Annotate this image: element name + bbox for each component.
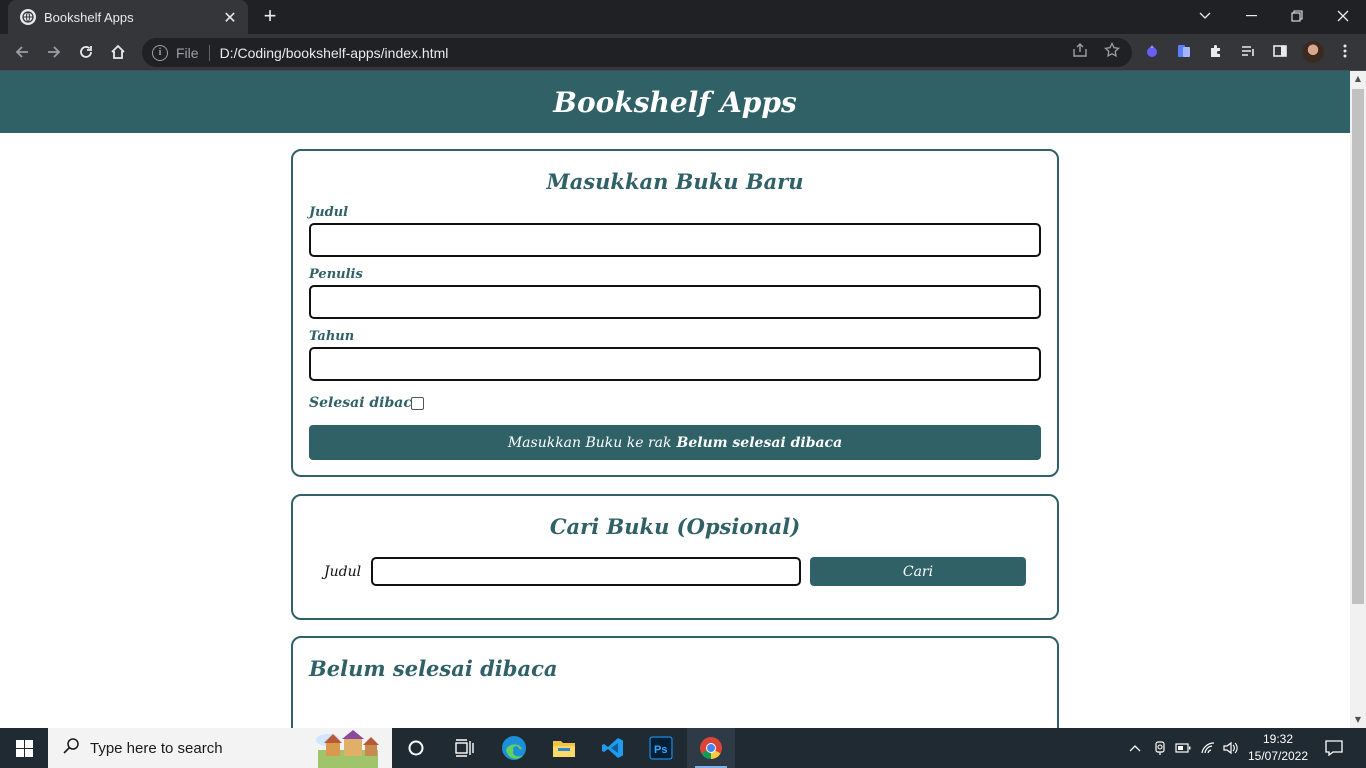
book-year-input[interactable] — [309, 347, 1041, 381]
submit-button-prefix: Masukkan Buku ke rak — [507, 434, 672, 451]
browser-menu-icon[interactable] — [1336, 42, 1354, 60]
address-scheme-label: File — [176, 44, 199, 61]
close-window-button[interactable] — [1320, 0, 1366, 32]
wifi-icon[interactable] — [1198, 728, 1218, 768]
volume-icon[interactable] — [1220, 728, 1240, 768]
tab-close-icon[interactable]: ✕ — [222, 8, 238, 27]
book-author-input[interactable] — [309, 285, 1041, 319]
edge-browser-icon[interactable] — [490, 728, 538, 768]
taskbar-clock[interactable]: 19:32 15/07/2022 — [1240, 731, 1316, 765]
incomplete-shelf-section: Belum selesai dibaca — [291, 636, 1059, 728]
browser-title-bar: Bookshelf Apps ✕ + — [0, 0, 1366, 34]
forward-arrow-icon[interactable] — [42, 40, 66, 64]
file-explorer-icon[interactable] — [540, 728, 588, 768]
search-icon — [62, 737, 80, 759]
book-author-label: Penulis — [309, 267, 363, 282]
search-title-label: Judul — [324, 564, 362, 580]
meet-now-icon[interactable] — [1150, 728, 1170, 768]
book-title-label: Judul — [309, 205, 349, 220]
profile-avatar[interactable] — [1302, 41, 1324, 63]
page-viewport: Bookshelf Apps Masukkan Buku Baru Judul … — [0, 71, 1350, 728]
address-url[interactable]: D:/Coding/bookshelf-apps/index.html — [220, 45, 449, 61]
taskbar-search-box[interactable]: Type here to search — [48, 728, 392, 768]
bookmark-star-icon[interactable] — [1102, 40, 1122, 60]
app-header: Bookshelf Apps — [0, 71, 1350, 133]
side-panel-icon[interactable] — [1271, 42, 1289, 60]
photoshop-icon[interactable]: Ps — [637, 728, 685, 768]
address-bar[interactable]: i File D:/Coding/bookshelf-apps/index.ht… — [142, 38, 1132, 67]
home-icon[interactable] — [106, 40, 130, 64]
input-section-title: Masukkan Buku Baru — [546, 169, 804, 194]
taskbar-search-placeholder: Type here to search — [90, 739, 223, 757]
share-icon[interactable] — [1070, 40, 1090, 60]
back-arrow-icon[interactable] — [10, 40, 34, 64]
page-scrollbar[interactable]: ▲ ▼ — [1350, 71, 1366, 728]
restore-button[interactable] — [1274, 0, 1320, 32]
scroll-down-arrow-icon[interactable]: ▼ — [1350, 712, 1366, 728]
search-highlight-illustration — [310, 728, 390, 768]
book-submit-button[interactable]: Masukkan Buku ke rak Belum selesai dibac… — [309, 425, 1041, 460]
submit-button-shelf: Belum selesai dibaca — [676, 434, 843, 451]
incomplete-shelf-title: Belum selesai dibaca — [309, 656, 558, 681]
windows-start-icon[interactable] — [0, 728, 48, 768]
extensions-puzzle-icon[interactable] — [1207, 42, 1225, 60]
media-queue-icon[interactable] — [1239, 42, 1257, 60]
scrollbar-thumb[interactable] — [1352, 89, 1364, 604]
svg-text:Ps: Ps — [654, 744, 667, 756]
windows-taskbar: Type here to search Ps 19:32 15/07/2022 — [0, 728, 1366, 768]
minimize-button[interactable] — [1228, 0, 1274, 32]
book-complete-label: Selesai dibaca — [309, 395, 421, 411]
scroll-up-arrow-icon[interactable]: ▲ — [1350, 71, 1366, 87]
search-submit-button[interactable]: Cari — [810, 557, 1026, 586]
vscode-icon[interactable] — [589, 728, 637, 768]
clock-time: 19:32 — [1262, 732, 1294, 746]
address-divider — [208, 44, 210, 61]
new-tab-button[interactable]: + — [258, 4, 282, 28]
browser-toolbar: i File D:/Coding/bookshelf-apps/index.ht… — [0, 34, 1366, 71]
search-section-title: Cari Buku (Opsional) — [549, 514, 801, 539]
browser-tab[interactable]: Bookshelf Apps ✕ — [8, 0, 248, 34]
search-title-input[interactable] — [371, 557, 801, 586]
tab-search-icon[interactable] — [1182, 0, 1228, 32]
task-view-icon[interactable] — [440, 728, 488, 768]
cortana-icon[interactable] — [392, 728, 440, 768]
input-book-section: Masukkan Buku Baru Judul Penulis Tahun S… — [291, 149, 1059, 477]
tab-title: Bookshelf Apps — [44, 9, 134, 25]
notification-icon[interactable] — [1320, 728, 1348, 768]
book-complete-checkbox[interactable] — [411, 397, 424, 410]
app-title: Bookshelf Apps — [553, 85, 797, 119]
book-title-input[interactable] — [309, 223, 1041, 257]
info-icon[interactable]: i — [152, 44, 168, 61]
battery-icon[interactable] — [1173, 728, 1193, 768]
globe-icon — [20, 9, 36, 25]
extension-tabs-icon[interactable] — [1175, 42, 1193, 60]
search-book-section: Cari Buku (Opsional) Judul Cari — [291, 494, 1059, 620]
reload-icon[interactable] — [74, 40, 98, 64]
extension-gem-icon[interactable] — [1143, 42, 1161, 60]
clock-date: 15/07/2022 — [1247, 749, 1309, 763]
book-year-label: Tahun — [309, 329, 355, 344]
show-hidden-icons-icon[interactable] — [1125, 728, 1145, 768]
chrome-taskbar-icon[interactable] — [687, 728, 735, 768]
